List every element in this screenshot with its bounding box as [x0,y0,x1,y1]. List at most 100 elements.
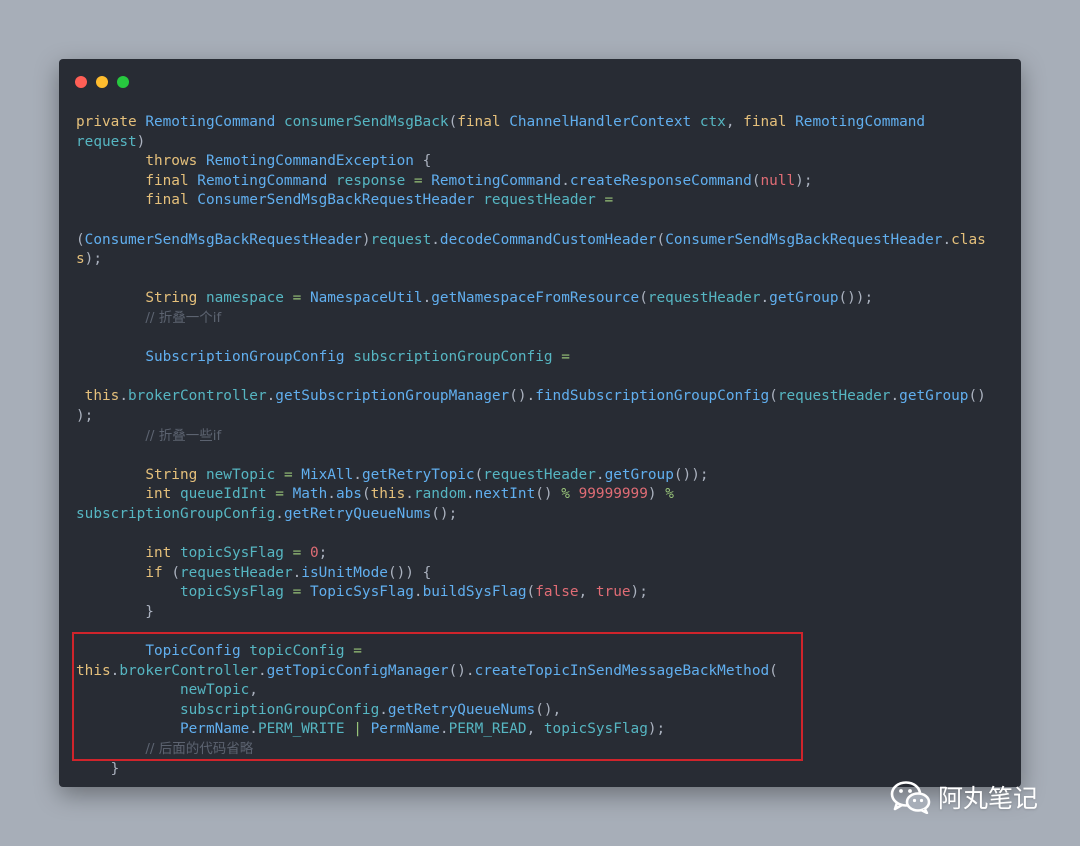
code-token: ( [448,114,458,130]
maximize-dot-icon[interactable] [117,76,129,88]
code-token: { [422,153,432,170]
code-token: null [760,172,796,189]
code-token: TopicSysFlag [309,584,414,601]
close-dot-icon[interactable] [75,76,87,88]
code-token: () [535,486,562,503]
code-line: final RemotingCommand response = Remotin… [76,172,986,192]
code-token: namespace [205,290,293,307]
code-line: topicSysFlag = TopicSysFlag.buildSysFlag… [76,583,986,603]
code-token: getRetryQueueNums [387,701,536,718]
code-token: String [145,466,206,483]
code-token: = [292,584,310,601]
code-token: ); [630,584,648,601]
code-comment: // 折叠一个if [145,309,222,326]
code-token: (), [535,701,562,718]
code-line: final ConsumerSendMsgBackRequestHeader r… [76,191,986,211]
code-token: request [76,133,137,150]
code-token: ; [318,545,328,562]
code-line: (ConsumerSendMsgBackRequestHeader)reques… [76,231,986,251]
code-token: ( [526,584,536,601]
code-token: RemotingCommandException [205,153,423,170]
code-token: . [327,486,336,503]
code-token: . [249,721,258,738]
code-comment: // 折叠一些if [145,427,222,444]
code-token: ()); [838,290,874,307]
code-token: ChannelHandlerContext [509,114,700,130]
code-token: = [292,545,310,562]
code-token: topicSysFlag [543,721,648,738]
code-token: getRetryQueueNums [283,505,432,522]
code-token: requestHeader [483,466,596,483]
code-line: this.brokerController.getSubscriptionGro… [76,387,986,407]
code-token: ( [751,172,761,189]
code-token: . [890,388,900,405]
code-line: } [76,760,986,780]
code-token: ( [474,466,484,483]
code-token: brokerController [119,662,258,679]
code-token: false [535,584,579,601]
code-token: ( [769,388,778,405]
code-token: . [292,564,302,581]
code-token: . [275,505,284,522]
wechat-icon [890,781,931,814]
watermark-text: 阿丸笔记 [938,784,1039,813]
code-token: ( [171,564,180,581]
code-token: MixAll [301,466,354,483]
code-token: % [561,486,579,503]
code-token: newTopic [205,466,284,483]
code-token: . [561,172,570,189]
code-token: 99999999 [578,486,648,503]
code-token: final [457,114,510,130]
code-line: String namespace = NamespaceUtil.getName… [76,289,986,309]
code-token: response [335,172,414,189]
code-token: requestHeader [179,564,293,581]
code-token: requestHeader [647,290,761,307]
code-token: = [283,466,302,483]
code-token: . [413,584,423,601]
code-token: = [604,192,614,209]
code-token: , [249,682,258,699]
code-token: clas [951,231,986,248]
code-token: TopicConfig [145,643,250,660]
code-token: = [292,290,310,307]
code-token: brokerController [128,388,267,405]
code-token: ); [647,721,666,738]
code-line: PermName.PERM_WRITE | PermName.PERM_READ… [76,720,986,740]
code-token: getRetryTopic [361,466,475,483]
code-token: 0 [309,545,319,562]
code-token: isUnitMode [301,564,388,581]
code-token: ) [136,133,146,150]
watermark: 阿丸笔记 [890,779,1038,815]
code-token: ()); [673,466,709,483]
code-token: s [76,251,85,268]
code-token: ) [647,486,666,503]
code-token: String [145,290,206,307]
code-line: this.brokerController.getTopicConfigMana… [76,662,986,682]
code-comment: // 后面的代码省略 [145,741,254,757]
code-line: // 后面的代码省略 [76,740,986,760]
code-token: = [413,172,432,189]
minimize-dot-icon[interactable] [96,76,108,88]
code-line: int queueIdInt = Math.abs(this.random.ne… [76,485,986,505]
code-token: topicConfig [249,643,354,660]
code-token: (). [509,388,536,405]
code-token: getSubscriptionGroupManager [275,388,510,405]
code-token: true [595,584,631,601]
code-token: PERM_READ [448,721,527,738]
code-token: . [431,231,440,248]
code-line: // 折叠一个if [76,309,986,329]
code-token: NamespaceUtil [309,290,423,307]
code-token: % [665,486,674,503]
code-token: ); [795,172,813,189]
code-token: ); [84,251,102,268]
code-token: , [578,584,596,601]
